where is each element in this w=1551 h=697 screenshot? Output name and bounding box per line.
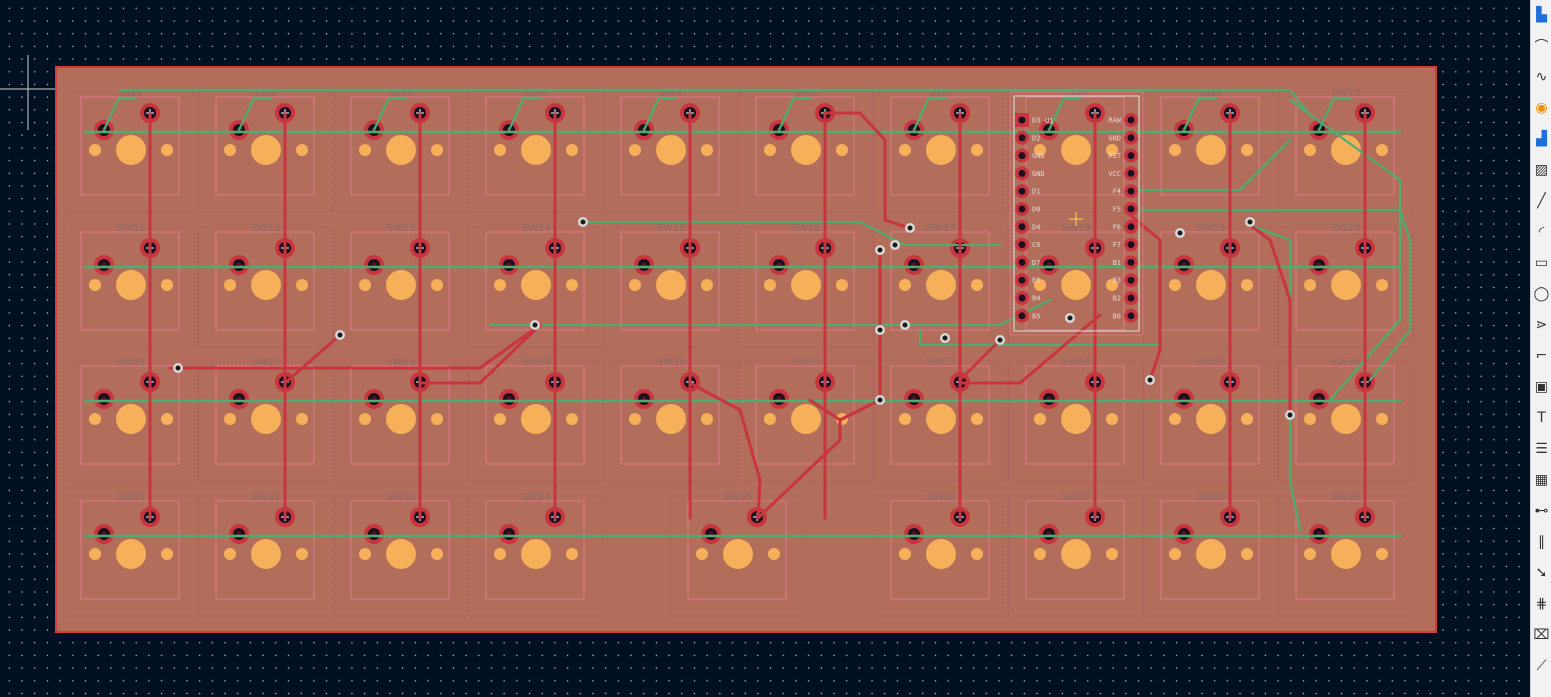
mcu-pin-label: GND bbox=[1108, 134, 1121, 142]
via[interactable] bbox=[995, 335, 1005, 345]
delete-tool-icon[interactable]: ➘ bbox=[1531, 560, 1551, 586]
via[interactable] bbox=[890, 240, 900, 250]
switch-label: SW28 bbox=[1062, 357, 1091, 368]
mcu-pin-label: B3 bbox=[1113, 277, 1121, 285]
route-track-icon[interactable]: ⌒ bbox=[1531, 33, 1551, 59]
mcu-pin-label: GND bbox=[1032, 170, 1045, 178]
switch-label: SW35 bbox=[724, 492, 753, 503]
dimension-icon[interactable]: ⊷ bbox=[1531, 498, 1551, 524]
inspect-icon[interactable]: ▙ bbox=[1531, 2, 1551, 28]
table-icon[interactable]: ▦ bbox=[1531, 467, 1551, 493]
measure-icon[interactable]: ⟋ bbox=[1531, 653, 1551, 679]
switch-label: SW27 bbox=[927, 357, 956, 368]
switch-label: SW14 bbox=[522, 223, 551, 234]
switch-label: SW24 bbox=[522, 357, 551, 368]
text-icon[interactable]: T bbox=[1531, 405, 1551, 431]
via[interactable] bbox=[900, 320, 910, 330]
mcu-pin-label: E6 bbox=[1032, 277, 1040, 285]
via[interactable] bbox=[335, 330, 345, 340]
mcu-pin-label: F4 bbox=[1113, 188, 1121, 196]
mcu-pin-label: C6 bbox=[1032, 241, 1040, 249]
switch-label: SW13 bbox=[387, 223, 416, 234]
via[interactable] bbox=[578, 217, 588, 227]
right-toolbar: ▙ ⌒ ∿ ◉ ▟ ▨ ╱ ◜ ▭ ◯ ⋗ ⌐ ▣ T ☰ ▦ ⊷ ∥ ➘ ⋕ ⌧ ⟋ bbox=[1530, 0, 1551, 697]
via[interactable] bbox=[1285, 410, 1295, 420]
mcu-pin-label: D3 bbox=[1032, 117, 1040, 125]
switch-label: SW38 bbox=[1197, 492, 1226, 503]
textbox-icon[interactable]: ☰ bbox=[1531, 436, 1551, 462]
mcu-pin-label: B6 bbox=[1113, 312, 1121, 320]
switch-label: SW29 bbox=[1197, 357, 1226, 368]
via[interactable] bbox=[1175, 228, 1185, 238]
mcu-pin-label: D2 bbox=[1032, 134, 1040, 142]
switch-label: SW12 bbox=[252, 223, 281, 234]
via[interactable] bbox=[1065, 313, 1075, 323]
tune-length-icon[interactable]: ∿ bbox=[1531, 64, 1551, 90]
via[interactable] bbox=[875, 325, 885, 335]
via[interactable] bbox=[173, 363, 183, 373]
via[interactable] bbox=[905, 223, 915, 233]
barcode-icon[interactable]: ∥ bbox=[1531, 529, 1551, 555]
switch-label: SW11 bbox=[117, 223, 146, 234]
switch-label: SW21 bbox=[117, 357, 146, 368]
mcu-pin-label: RST bbox=[1108, 152, 1121, 160]
mcu-pin-label: B2 bbox=[1113, 295, 1121, 303]
mcu-pin-label: B1 bbox=[1113, 259, 1121, 267]
switch-label: SW26 bbox=[792, 357, 821, 368]
mcu-pin-label: VCC bbox=[1108, 170, 1121, 178]
switch-label: SW33 bbox=[387, 492, 416, 503]
pcb-canvas[interactable]: SW1 SW2 SW3 SW4 SW5 SW6 SW7 SW8 SW9 SW10 SW11 SW12 S… bbox=[0, 0, 1530, 697]
switch-label: SW15 bbox=[657, 223, 686, 234]
pcb-drawing[interactable]: SW1 SW2 SW3 SW4 SW5 SW6 SW7 SW8 SW9 SW10SW11 SW12 S… bbox=[0, 0, 1530, 697]
mcu-pin-label: F6 bbox=[1113, 223, 1121, 231]
switch-label: SW30 bbox=[1332, 357, 1361, 368]
via[interactable] bbox=[530, 320, 540, 330]
switch-label: SW39 bbox=[1332, 492, 1361, 503]
draw-line-icon[interactable]: ╱ bbox=[1531, 188, 1551, 214]
mcu-pin-label: F5 bbox=[1113, 206, 1121, 214]
via[interactable] bbox=[875, 395, 885, 405]
curve-icon[interactable]: ⌐ bbox=[1531, 343, 1551, 369]
switch-label: SW25 bbox=[657, 357, 686, 368]
mcu-pin-label: D0 bbox=[1032, 206, 1040, 214]
via[interactable] bbox=[1245, 217, 1255, 227]
draw-rectangle-icon[interactable]: ▭ bbox=[1531, 250, 1551, 276]
switch-label: SW34 bbox=[522, 492, 551, 503]
mcu-pin-label: F7 bbox=[1113, 241, 1121, 249]
mcu-pin-label: D7 bbox=[1032, 259, 1040, 267]
switch-label: SW31 bbox=[117, 492, 146, 503]
switch-label: SW20 bbox=[1332, 223, 1361, 234]
mcu-pin-label: D4 bbox=[1032, 223, 1040, 231]
mcu-pin-label: B5 bbox=[1032, 312, 1040, 320]
draw-arc-icon[interactable]: ◜ bbox=[1531, 219, 1551, 245]
via[interactable] bbox=[940, 333, 950, 343]
mcu-pin-label: GND bbox=[1032, 152, 1045, 160]
draw-polygon-icon[interactable]: ⋗ bbox=[1531, 312, 1551, 338]
switch-label: SW32 bbox=[252, 492, 281, 503]
mcu-reference: U1 bbox=[1045, 117, 1053, 125]
switch-label: SW19 bbox=[1197, 223, 1226, 234]
drill-origin-icon[interactable]: ⌧ bbox=[1531, 622, 1551, 648]
via[interactable] bbox=[875, 245, 885, 255]
rule-area-icon[interactable]: ▨ bbox=[1531, 157, 1551, 183]
switch-label: SW17 bbox=[927, 223, 956, 234]
switch-label: SW37 bbox=[1062, 492, 1091, 503]
switch-label: SW22 bbox=[252, 357, 281, 368]
mcu-pin-label: RAW bbox=[1108, 117, 1121, 125]
via-icon[interactable]: ◉ bbox=[1531, 95, 1551, 121]
switch-label: SW16 bbox=[792, 223, 821, 234]
mcu-pin-label: D1 bbox=[1032, 188, 1040, 196]
mcu-pin-label: B4 bbox=[1032, 295, 1040, 303]
draw-circle-icon[interactable]: ◯ bbox=[1531, 281, 1551, 307]
zone-icon[interactable]: ▟ bbox=[1531, 126, 1551, 152]
image-icon[interactable]: ▣ bbox=[1531, 374, 1551, 400]
switch-label: SW36 bbox=[927, 492, 956, 503]
via[interactable] bbox=[1145, 375, 1155, 385]
switch-label: SW23 bbox=[387, 357, 416, 368]
grid-origin-icon[interactable]: ⋕ bbox=[1531, 591, 1551, 617]
